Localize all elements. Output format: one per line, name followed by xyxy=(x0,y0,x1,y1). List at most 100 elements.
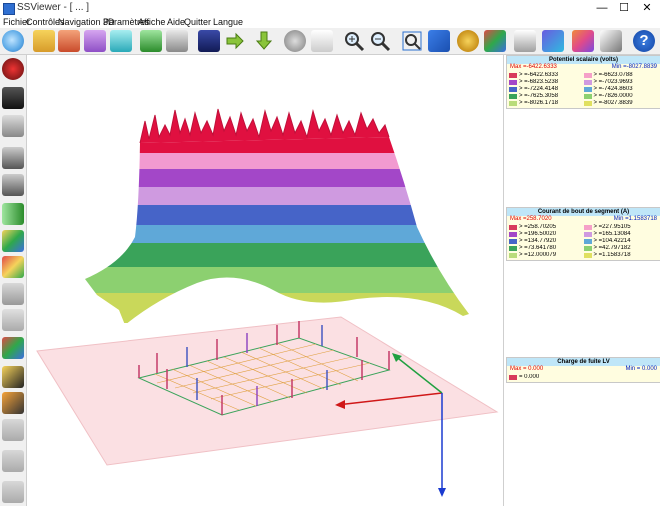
legend-item: > =165.13084 xyxy=(583,231,659,237)
legend-item-text: > =-6623.0788 xyxy=(593,72,633,78)
color-swatch xyxy=(583,93,592,99)
help-icon[interactable]: ? xyxy=(633,30,655,52)
menu-bar: Fichier Contrôles Navigation 3D Paramètr… xyxy=(0,16,660,28)
legend-item-text: > =1.1583718 xyxy=(593,252,631,258)
cubes-icon[interactable] xyxy=(2,337,24,359)
cube-icon[interactable] xyxy=(2,256,24,278)
binoculars-icon[interactable] xyxy=(2,87,24,109)
brush-icon[interactable] xyxy=(600,30,622,52)
cube-icon[interactable] xyxy=(2,230,24,252)
legend-max: Max = 0.000 xyxy=(510,366,544,372)
zoom-out-icon[interactable] xyxy=(369,30,391,52)
fit-icon[interactable] xyxy=(428,30,450,52)
camera-icon[interactable] xyxy=(2,147,24,169)
camera-icon[interactable] xyxy=(2,115,24,137)
menu-aide[interactable]: Aide xyxy=(167,16,185,28)
legend-item: > =12.000079 xyxy=(509,252,584,258)
zoom-box-icon[interactable] xyxy=(401,30,423,52)
folder-green-icon[interactable] xyxy=(140,30,162,52)
legend-item-text: > =-7224.4148 xyxy=(519,86,559,92)
gears-icon[interactable] xyxy=(284,30,306,52)
chat-icon[interactable] xyxy=(2,30,24,52)
legend-item: > =-6422.6333 xyxy=(509,72,584,78)
arrow-right-icon[interactable] xyxy=(224,30,246,52)
menu-affiche[interactable]: Affiche xyxy=(138,16,165,28)
rotate-icon[interactable] xyxy=(484,30,506,52)
legend-item: > =73.641780 xyxy=(509,245,584,251)
legend-item-text: > =-7424.8603 xyxy=(593,86,633,92)
undo-icon[interactable] xyxy=(2,450,24,472)
legend-item-text: > =-6823.5238 xyxy=(519,79,559,85)
color-swatch xyxy=(509,86,517,92)
close-button[interactable]: ✕ xyxy=(636,0,658,16)
legend-item: > =134.77920 xyxy=(509,238,584,244)
minimize-button[interactable]: — xyxy=(591,0,613,16)
menu-langue[interactable]: Langue xyxy=(213,16,243,28)
legend-item: > =-7224.4148 xyxy=(509,86,584,92)
camera-add-icon[interactable] xyxy=(2,174,24,196)
folder-purple-icon[interactable] xyxy=(84,30,106,52)
color-swatch xyxy=(583,79,592,85)
legend-item-text: > =73.641780 xyxy=(519,245,557,251)
layers-icon[interactable] xyxy=(166,30,188,52)
render-icon[interactable] xyxy=(2,58,24,80)
legend-item-text: > =12.000079 xyxy=(519,252,557,258)
legend-item-text: > =-7625.3058 xyxy=(519,93,559,99)
legend-item-text: > =-6422.6333 xyxy=(519,72,559,78)
palette-icon[interactable] xyxy=(542,30,564,52)
legend-item: > =227.95105 xyxy=(583,224,659,230)
wireframe-icon[interactable] xyxy=(2,366,24,388)
legend-item: > =196.50020 xyxy=(509,231,584,237)
color-swatch xyxy=(509,245,517,251)
legend-item-text: > =-7826.0000 xyxy=(593,93,633,99)
legend-max: Max =-6422.6333 xyxy=(510,64,557,70)
undo-icon[interactable] xyxy=(2,481,24,503)
3d-icon[interactable] xyxy=(198,30,220,52)
legend-scalar-potential: Potentiel scalaire (volts) Max =-6422.63… xyxy=(506,55,660,109)
color-swatch xyxy=(583,86,592,92)
folder-red-icon[interactable] xyxy=(58,30,80,52)
color-swatch xyxy=(509,252,517,258)
legend-segment-current: Courant de bout de segment (A) Max =258.… xyxy=(506,207,660,261)
legend-item: > =-7826.0000 xyxy=(583,93,659,99)
color-swatch xyxy=(583,252,592,258)
window-title: SSViewer - [ ... ] xyxy=(17,2,90,13)
legend-item-text: > =227.95105 xyxy=(593,224,631,230)
app-icon xyxy=(3,3,15,15)
legend-title: Courant de bout de segment (A) xyxy=(507,208,660,216)
title-bar: SSViewer - [ ... ] — ☐ ✕ xyxy=(0,0,660,16)
hand-icon[interactable] xyxy=(311,30,333,52)
arrow-down-icon[interactable] xyxy=(253,30,275,52)
shield-icon[interactable] xyxy=(2,419,24,441)
cylinder-icon[interactable] xyxy=(2,203,24,225)
legend-item: > =-6823.5238 xyxy=(509,79,584,85)
color-swatch xyxy=(509,79,517,85)
maximize-button[interactable]: ☐ xyxy=(613,0,635,16)
surface-peaks xyxy=(139,108,390,144)
menu-quitter[interactable]: Quitter xyxy=(184,16,211,28)
open-file-icon[interactable] xyxy=(33,30,55,52)
color-swatch xyxy=(509,72,517,78)
color-swatch xyxy=(583,224,592,230)
legend-item-text: > =-8027.8839 xyxy=(593,100,633,106)
legend-item: > =-8027.8839 xyxy=(583,100,659,106)
legend-leakage: Charge de fuite LV Max = 0.000 Min = 0.0… xyxy=(506,357,660,383)
grid-icon[interactable] xyxy=(572,30,594,52)
zoom-in-icon[interactable] xyxy=(343,30,365,52)
print-icon[interactable] xyxy=(514,30,536,52)
orbit-icon[interactable] xyxy=(457,30,479,52)
potential-surface xyxy=(85,137,469,323)
3d-viewport[interactable] xyxy=(27,55,501,506)
legend-max: Max =258.7020 xyxy=(510,216,552,222)
legend-min: Min = 0.000 xyxy=(625,366,657,372)
grid-icon[interactable] xyxy=(2,309,24,331)
folder-teal-icon[interactable] xyxy=(110,30,132,52)
legend-item-text: = 0.000 xyxy=(519,374,540,380)
legend-item-text: > =42.797182 xyxy=(593,245,631,251)
lattice-icon[interactable] xyxy=(2,392,24,414)
grid-icon[interactable] xyxy=(2,283,24,305)
color-swatch xyxy=(583,245,592,251)
color-swatch xyxy=(583,231,592,237)
legend-item-text: > =134.77920 xyxy=(519,238,557,244)
color-swatch xyxy=(509,374,517,380)
